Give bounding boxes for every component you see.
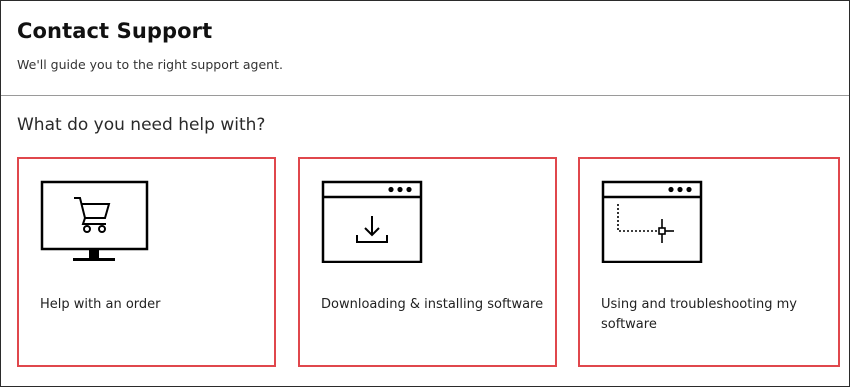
crosshair-window-icon	[600, 179, 704, 267]
option-label: Help with an order	[40, 297, 161, 312]
option-card-order[interactable]: Help with an order	[17, 157, 276, 367]
option-label: Downloading & installing software	[321, 297, 544, 312]
shopping-cart-monitor-icon	[39, 179, 149, 267]
support-panel: Contact Support We'll guide you to the r…	[0, 0, 850, 387]
page-title: Contact Support	[17, 19, 213, 43]
option-card-download[interactable]: Downloading & installing software	[298, 157, 557, 367]
download-window-icon	[320, 179, 424, 267]
option-label: Using and troubleshooting my software	[601, 297, 797, 332]
page-subtitle: We'll guide you to the right support age…	[17, 57, 283, 72]
header-divider	[1, 95, 849, 96]
help-question: What do you need help with?	[17, 115, 266, 135]
option-card-troubleshooting[interactable]: Using and troubleshooting my software	[578, 157, 840, 367]
